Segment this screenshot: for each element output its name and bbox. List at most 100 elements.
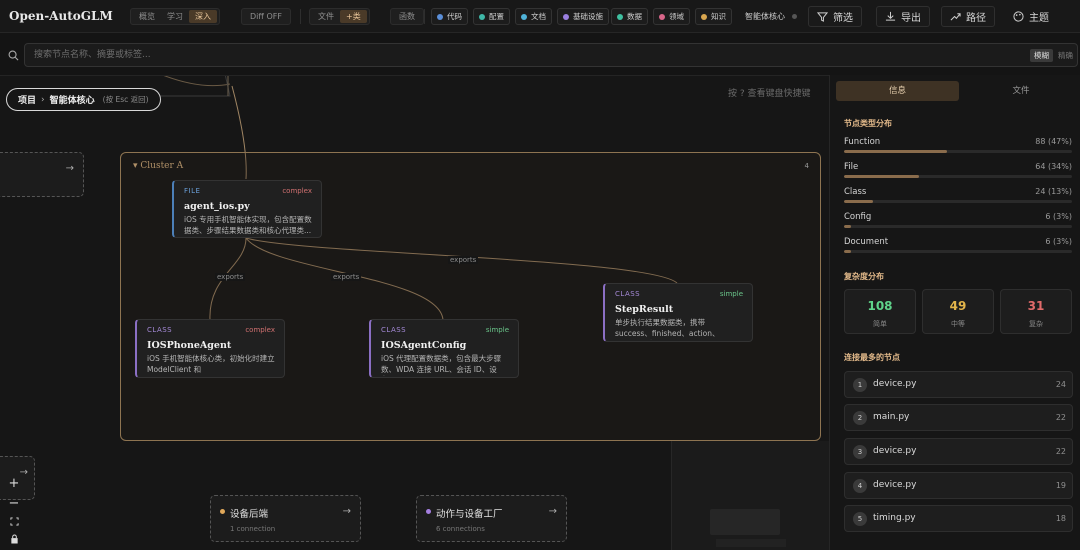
connection-count: 18 <box>1055 514 1066 523</box>
node-type-value: 64 (34%) <box>1035 162 1072 171</box>
breadcrumb-root[interactable]: 项目 <box>18 93 36 106</box>
top-bar: Open-AutoGLM 概览 学习 深入 Diff OFF 文件 +类 函数 … <box>0 0 1080 33</box>
category-chip-knowledge[interactable]: 知识 <box>695 8 732 25</box>
node-stepresult-class[interactable]: CLASS simple StepResult 单步执行结果数据类，携带 suc… <box>603 283 753 342</box>
category-dot <box>659 13 665 20</box>
category-chip-code[interactable]: 代码 <box>431 8 468 25</box>
node-type-label: File <box>844 162 859 172</box>
view-mode-deep[interactable]: 深入 <box>189 10 217 23</box>
connection-count: 19 <box>1055 481 1066 490</box>
diff-toggle[interactable]: Diff OFF <box>241 8 291 25</box>
connected-item[interactable]: 5 timing.py 18 <box>844 505 1073 532</box>
group-device-backend[interactable]: 设备后端 1 connection → <box>210 495 361 542</box>
node-description: iOS 手机智能体核心类，初始化时建立 ModelClient 和 XCTest… <box>147 354 275 376</box>
breadcrumb[interactable]: 项目 › 智能体核心 (按 Esc 返回) <box>6 88 161 111</box>
node-iosagentconfig-class[interactable]: CLASS simple IOSAgentConfig iOS 代理配置数据类，… <box>369 319 519 378</box>
divider <box>300 9 301 24</box>
granularity-class[interactable]: +类 <box>340 10 367 23</box>
zoom-in-button[interactable]: + <box>5 476 23 492</box>
node-type-value: 24 (13%) <box>1035 187 1072 196</box>
arrow-right-icon: → <box>65 163 74 174</box>
minimap-viewport[interactable] <box>710 509 780 535</box>
cluster-label[interactable]: ▾ Cluster A <box>133 161 183 171</box>
node-type-bar <box>844 200 1072 203</box>
filter-icon <box>817 12 828 22</box>
group-action-device-factory[interactable]: 动作与设备工厂 6 connections → <box>416 495 567 542</box>
cluster-count: 4 <box>804 162 809 170</box>
node-description: iOS 代理配置数据类，包含最大步骤数、WDA 连接 URL、会话 ID、设备.… <box>381 354 502 376</box>
search-mode-fuzzy[interactable]: 模糊 <box>1030 49 1053 62</box>
node-type-value: 6 (3%) <box>1045 237 1072 246</box>
complexity-complex: 31 复杂 <box>1000 289 1072 334</box>
complexity-title: 复杂度分布 <box>844 272 884 281</box>
edge-label: exports <box>215 273 246 281</box>
node-type-label: Function <box>844 137 881 147</box>
node-kind: CLASS <box>147 326 173 334</box>
rank-badge: 3 <box>853 445 867 459</box>
tab-info[interactable]: 信息 <box>836 81 959 101</box>
app-brand: Open-AutoGLM <box>9 9 113 23</box>
collapsed-group-partial[interactable]: → <box>0 152 84 197</box>
graph-canvas[interactable]: 项目 › 智能体核心 (按 Esc 返回) 按 ? 查看键盘快捷键 → → ▾ … <box>0 75 829 550</box>
search-input[interactable] <box>24 43 1078 67</box>
node-description: iOS 专用手机智能体实现，包含配置数据类、步骤结果数据类和核心代理类... <box>184 215 312 235</box>
context-label: 智能体核心 <box>745 12 785 21</box>
category-dot <box>479 13 485 20</box>
minimap[interactable] <box>671 441 829 550</box>
file-name: main.py <box>873 412 910 422</box>
node-type-bar-fill <box>844 150 948 153</box>
node-type-bar-fill <box>844 225 851 228</box>
export-button[interactable]: 导出 <box>876 6 930 27</box>
diff-toggle-label: Diff OFF <box>250 12 282 21</box>
rank-badge: 1 <box>853 378 867 392</box>
search-mode-exact[interactable]: 精确 <box>1058 50 1073 61</box>
lock-button[interactable] <box>5 533 23 549</box>
node-type-value: 6 (3%) <box>1045 212 1072 221</box>
connected-item[interactable]: 3 device.py 22 <box>844 438 1073 465</box>
file-name: device.py <box>873 446 917 456</box>
node-type-label: Config <box>844 212 872 222</box>
connection-count: 22 <box>1055 413 1066 422</box>
group-dot <box>426 509 431 514</box>
fit-view-button[interactable] <box>5 515 23 531</box>
file-name: device.py <box>873 379 917 389</box>
connected-item[interactable]: 1 device.py 24 <box>844 371 1073 398</box>
group-title: 动作与设备工厂 <box>436 509 503 520</box>
node-kind: CLASS <box>615 290 641 298</box>
category-dot <box>563 13 569 20</box>
download-icon <box>885 11 896 21</box>
node-type-bar <box>844 175 1072 178</box>
view-mode-overview[interactable]: 概览 <box>133 10 161 23</box>
category-chip-domain[interactable]: 领域 <box>653 8 690 25</box>
complexity-label: 复杂 <box>1029 320 1043 328</box>
view-mode-learn[interactable]: 学习 <box>161 10 189 23</box>
node-complexity: complex <box>282 187 312 195</box>
category-chip-data[interactable]: 数据 <box>611 8 648 25</box>
node-kind: CLASS <box>381 326 407 334</box>
connection-count: 24 <box>1055 380 1066 389</box>
category-chip-config[interactable]: 配置 <box>473 8 510 25</box>
category-dot <box>701 13 707 20</box>
divider <box>424 9 425 24</box>
node-complexity: complex <box>245 326 275 334</box>
connected-item[interactable]: 4 device.py 19 <box>844 472 1073 499</box>
path-button[interactable]: 路径 <box>941 6 995 27</box>
node-agent-ios-file[interactable]: FILE complex agent_ios.py iOS 专用手机智能体实现，… <box>172 180 322 238</box>
node-type-label: Document <box>844 237 889 247</box>
zoom-out-button[interactable]: − <box>5 496 23 512</box>
function-toggle-label: 函数 <box>399 12 415 21</box>
theme-button[interactable]: 主题 <box>1004 6 1058 27</box>
function-toggle[interactable]: 函数 <box>390 8 424 25</box>
node-iosphoneagent-class[interactable]: CLASS complex IOSPhoneAgent iOS 手机智能体核心类… <box>135 319 285 378</box>
lock-icon <box>10 534 18 544</box>
complexity-count: 108 <box>867 299 893 313</box>
group-title: 设备后端 <box>230 509 269 520</box>
filter-button[interactable]: 筛选 <box>808 6 862 27</box>
category-chip-infra[interactable]: 基础设施 <box>557 8 609 25</box>
granularity-file[interactable]: 文件 <box>312 10 340 23</box>
tab-files[interactable]: 文件 <box>963 81 1079 101</box>
arrow-right-icon: → <box>342 506 351 517</box>
most-connected-title: 连接最多的节点 <box>844 353 900 362</box>
category-chip-docs[interactable]: 文档 <box>515 8 552 25</box>
connected-item[interactable]: 2 main.py 22 <box>844 404 1073 431</box>
